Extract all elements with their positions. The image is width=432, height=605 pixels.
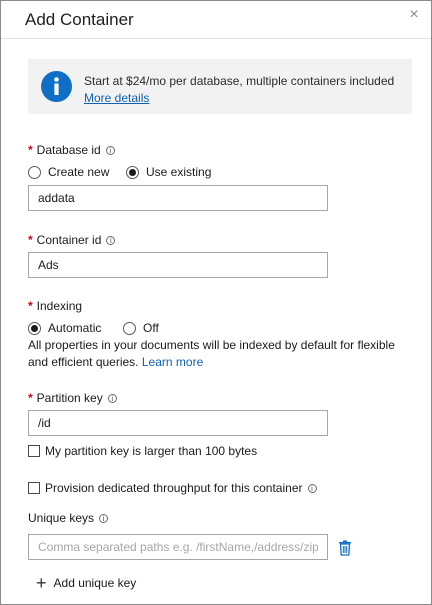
info-tooltip-icon[interactable]: i bbox=[99, 514, 109, 523]
dedicated-throughput-label: Provision dedicated throughput for this … bbox=[45, 481, 303, 495]
unique-keys-label-row: Unique keys i bbox=[28, 511, 109, 525]
large-partition-key-checkbox[interactable] bbox=[28, 445, 40, 457]
more-details-link[interactable]: More details bbox=[84, 91, 149, 105]
info-tooltip-icon[interactable]: i bbox=[107, 394, 117, 403]
dedicated-throughput-row: Provision dedicated throughput for this … bbox=[45, 481, 317, 495]
close-icon[interactable]: × bbox=[405, 6, 423, 24]
required-marker: * bbox=[28, 391, 33, 405]
partition-key-input[interactable] bbox=[28, 410, 328, 436]
add-unique-key-label: Add unique key bbox=[53, 576, 137, 590]
use-existing-label: Use existing bbox=[146, 165, 212, 179]
automatic-label: Automatic bbox=[48, 321, 102, 335]
add-container-panel: Add Container × Start at $24/mo per data… bbox=[0, 0, 432, 605]
database-id-input[interactable] bbox=[28, 185, 328, 211]
panel-header: Add Container × bbox=[1, 1, 431, 39]
partition-key-label: Partition key bbox=[36, 391, 103, 405]
large-partition-key-label: My partition key is larger than 100 byte… bbox=[45, 444, 258, 458]
indexing-description: All properties in your documents will be… bbox=[28, 337, 413, 371]
container-id-label: Container id bbox=[36, 233, 102, 247]
container-id-label-row: * Container id i bbox=[28, 233, 116, 247]
create-new-radio[interactable] bbox=[28, 166, 41, 179]
info-banner: Start at $24/mo per database, multiple c… bbox=[28, 59, 412, 114]
automatic-radio[interactable] bbox=[28, 322, 41, 335]
plus-icon: + bbox=[36, 573, 47, 593]
trash-icon[interactable] bbox=[338, 540, 352, 556]
info-tooltip-icon[interactable]: i bbox=[307, 484, 317, 493]
unique-keys-input[interactable] bbox=[28, 534, 328, 560]
info-tooltip-icon[interactable]: i bbox=[105, 146, 115, 155]
learn-more-link[interactable]: Learn more bbox=[142, 355, 203, 369]
required-marker: * bbox=[28, 299, 33, 313]
page-title: Add Container bbox=[25, 10, 134, 29]
create-new-label: Create new bbox=[48, 165, 110, 179]
required-marker: * bbox=[28, 143, 33, 157]
partition-key-label-row: * Partition key i bbox=[28, 391, 117, 405]
off-radio[interactable] bbox=[123, 322, 136, 335]
add-unique-key-button[interactable]: + Add unique key bbox=[36, 573, 137, 593]
info-icon bbox=[41, 71, 72, 102]
unique-keys-label: Unique keys bbox=[28, 511, 95, 525]
indexing-label-row: * Indexing bbox=[28, 299, 82, 313]
required-marker: * bbox=[28, 233, 33, 247]
indexing-description-text: All properties in your documents will be… bbox=[28, 338, 395, 369]
container-id-input[interactable] bbox=[28, 252, 328, 278]
off-label: Off bbox=[143, 321, 159, 335]
database-id-label-row: * Database id i bbox=[28, 143, 115, 157]
dedicated-throughput-checkbox[interactable] bbox=[28, 482, 40, 494]
indexing-label: Indexing bbox=[36, 299, 83, 313]
info-tooltip-icon[interactable]: i bbox=[106, 236, 116, 245]
info-text: Start at $24/mo per database, multiple c… bbox=[84, 74, 395, 88]
use-existing-radio[interactable] bbox=[126, 166, 139, 179]
database-id-label: Database id bbox=[36, 143, 101, 157]
